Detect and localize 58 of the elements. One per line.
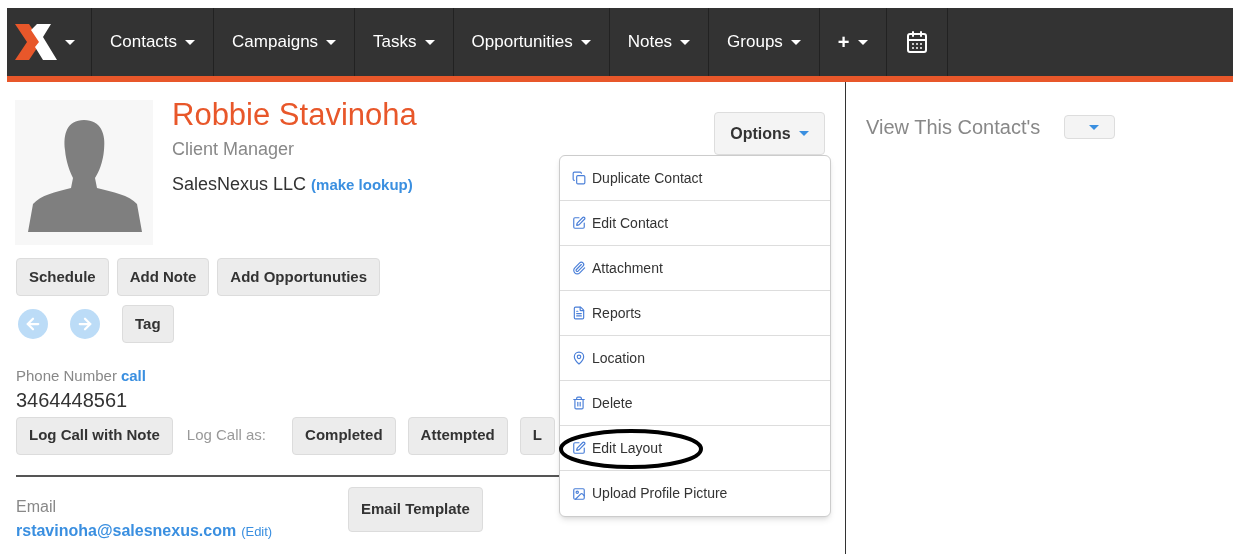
contact-title: Client Manager — [172, 138, 296, 161]
email-label: Email — [16, 496, 57, 517]
logo-icon — [15, 24, 57, 60]
action-button[interactable]: Completed — [292, 416, 396, 455]
action-button[interactable]: Email Template — [348, 486, 483, 532]
action-button[interactable]: Add Note — [116, 258, 210, 296]
edit-email-link[interactable]: (Edit) — [241, 521, 273, 541]
edit-icon — [572, 441, 586, 455]
company-name: SalesNexus LLC — [172, 173, 307, 196]
edit-icon — [572, 216, 586, 230]
caret-icon — [185, 39, 196, 45]
action-button[interactable]: Schedule — [16, 258, 109, 296]
view-contact-label: View This Contact's — [866, 115, 1041, 140]
nav-menu-item[interactable]: Tasks — [373, 29, 435, 55]
caret-icon — [790, 39, 801, 45]
nav-menu-item[interactable]: Contacts — [110, 29, 196, 55]
view-dropdown[interactable] — [1064, 115, 1116, 139]
caret-icon — [1088, 124, 1099, 130]
dropdown-menu-item[interactable]: Edit Contact — [572, 212, 669, 234]
action-button[interactable]: Log Call with Note — [16, 416, 173, 455]
dropdown-menu-item[interactable]: Location — [572, 347, 645, 369]
action-button[interactable]: Add Opportunuties — [217, 258, 380, 296]
caret-icon — [857, 39, 868, 45]
paperclip-icon — [572, 261, 586, 275]
caret-icon — [326, 39, 337, 45]
calendar-icon[interactable] — [904, 30, 929, 54]
caret-icon — [65, 39, 75, 45]
action-button[interactable]: L — [519, 416, 555, 455]
log-call-label: Log Call as: — [186, 425, 267, 446]
forward-button[interactable] — [70, 309, 100, 339]
action-button[interactable]: Tag — [122, 305, 174, 343]
caret-icon — [424, 39, 435, 45]
dropdown-menu-item[interactable]: Delete — [572, 392, 633, 414]
contact-name: Robbie Stavinoha — [172, 96, 417, 134]
dropdown-menu-item[interactable]: Reports — [572, 302, 642, 324]
map-pin-icon — [572, 351, 586, 365]
caret-icon — [680, 39, 691, 45]
caret-icon — [580, 39, 591, 45]
nav-menu-item[interactable]: Opportunities — [471, 29, 591, 55]
copy-icon — [572, 171, 586, 185]
caret-icon — [798, 131, 809, 136]
logo-menu[interactable] — [15, 24, 75, 60]
options-button[interactable]: Options — [714, 112, 825, 155]
image-icon — [572, 486, 586, 501]
action-button[interactable]: Attempted — [407, 416, 508, 455]
trash-icon — [572, 396, 586, 410]
phone-label: Phone Number — [16, 366, 117, 386]
back-button[interactable] — [18, 309, 48, 339]
dropdown-menu-item[interactable]: Duplicate Contact — [572, 167, 703, 189]
phone-number: 3464448561 — [16, 387, 128, 412]
nav-menu-item[interactable]: + — [837, 27, 868, 57]
nav-menu-item[interactable]: Notes — [627, 29, 691, 55]
nav-menu-item[interactable]: Campaigns — [232, 29, 337, 55]
arrow-right-icon — [76, 315, 94, 333]
nav-menu-item[interactable]: Groups — [727, 29, 801, 55]
dropdown-menu-item[interactable]: Attachment — [572, 257, 663, 279]
document-icon — [572, 306, 586, 320]
dropdown-menu-item[interactable]: Upload Profile Picture — [572, 483, 728, 504]
